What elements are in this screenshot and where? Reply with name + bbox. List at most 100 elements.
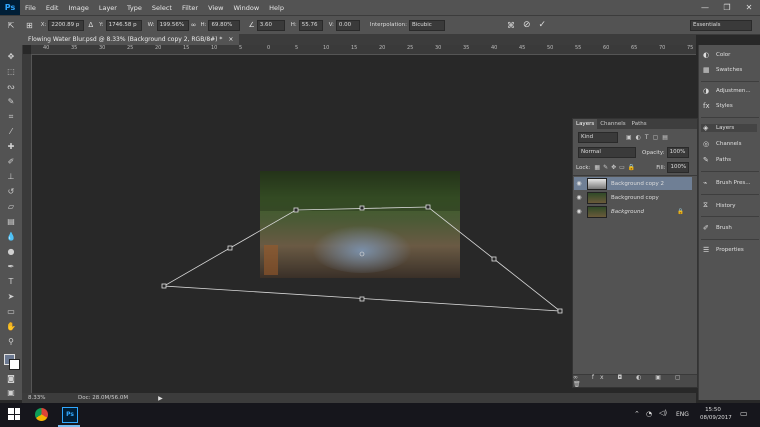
interpolation-select[interactable]: Bicubic	[408, 19, 445, 31]
layer-filter-kind[interactable]: Kind	[578, 132, 618, 143]
eyedropper-tool-icon[interactable]: ⁄	[4, 127, 18, 137]
eraser-tool-icon[interactable]: ▱	[4, 202, 18, 212]
document-tab[interactable]: Flowing Water Blur.psd @ 8.33% (Backgrou…	[22, 34, 240, 45]
visibility-eye-icon[interactable]: ◉	[574, 180, 584, 187]
layer-name[interactable]: Background	[611, 209, 644, 215]
type-tool-icon[interactable]: T	[4, 277, 18, 287]
close-button[interactable]: ✕	[738, 0, 760, 15]
menu-file[interactable]: File	[20, 4, 41, 12]
notifications-icon[interactable]: ▭	[740, 409, 748, 418]
dock-brush[interactable]: ✐ Brush	[703, 224, 732, 232]
background-color-swatch[interactable]	[9, 359, 20, 370]
fill-field[interactable]: 100%	[667, 162, 690, 173]
marquee-tool-icon[interactable]: ⬚	[4, 67, 18, 77]
visibility-eye-icon[interactable]: ◉	[574, 208, 584, 215]
transform-handle[interactable]	[293, 207, 299, 213]
y-field[interactable]: 1746.58 p	[105, 19, 142, 31]
height-field[interactable]: 69.80%	[208, 19, 241, 31]
layer-filter-icons[interactable]: ▣◐T▢▤	[626, 134, 672, 141]
dodge-tool-icon[interactable]: ●	[4, 247, 18, 257]
transform-handle[interactable]	[491, 256, 497, 262]
menu-image[interactable]: Image	[63, 4, 93, 12]
menu-layer[interactable]: Layer	[94, 4, 122, 12]
network-icon[interactable]: ◔	[646, 410, 652, 418]
quick-mask-icon[interactable]: ◙	[4, 374, 18, 384]
dock-layers[interactable]: ◈ Layers	[701, 124, 757, 132]
minimize-button[interactable]: —	[694, 0, 716, 15]
visibility-eye-icon[interactable]: ◉	[574, 194, 584, 201]
transform-handle[interactable]	[227, 245, 233, 251]
lasso-tool-icon[interactable]: ᔓ	[4, 82, 18, 92]
transform-handle[interactable]	[557, 308, 563, 314]
dock-color[interactable]: ◐ Color	[703, 51, 730, 59]
clock[interactable]: 15:50 08/09/2017	[700, 406, 732, 422]
angle-field[interactable]: 3.60	[256, 19, 285, 31]
shape-tool-icon[interactable]: ▭	[4, 307, 18, 317]
photoshop-taskbar-icon[interactable]: Ps	[62, 407, 78, 423]
layer-row[interactable]: ◉ Background copy	[574, 191, 692, 204]
close-tab-icon[interactable]: ×	[228, 36, 233, 43]
quick-select-tool-icon[interactable]: ✎	[4, 97, 18, 107]
pen-tool-icon[interactable]: ✒	[4, 262, 18, 272]
h-skew-field[interactable]: 55.76	[298, 19, 323, 31]
hand-tool-icon[interactable]: ✋	[4, 322, 18, 332]
menu-help[interactable]: Help	[264, 4, 289, 12]
dock-styles[interactable]: fx Styles	[703, 102, 733, 110]
layers-footer-icons[interactable]: ∞ fx ◘ ◐ ▣ ▢ 🗑	[573, 374, 697, 388]
windows-start-icon[interactable]	[8, 408, 20, 420]
transform-handle[interactable]	[425, 204, 431, 210]
history-brush-tool-icon[interactable]: ↺	[4, 187, 18, 197]
path-select-tool-icon[interactable]: ➤	[4, 292, 18, 302]
restore-button[interactable]: ❐	[716, 0, 738, 15]
link-icon[interactable]: ∞	[191, 21, 197, 29]
commit-transform-icon[interactable]: ✓	[539, 20, 547, 30]
blur-tool-icon[interactable]: 💧	[4, 232, 18, 242]
layer-row[interactable]: ◉ Background 🔒	[574, 205, 692, 218]
menu-edit[interactable]: Edit	[41, 4, 64, 12]
menu-filter[interactable]: Filter	[177, 4, 203, 12]
transform-handle[interactable]	[359, 205, 365, 211]
screen-mode-icon[interactable]: ▣	[4, 388, 18, 398]
gradient-tool-icon[interactable]: ▤	[4, 217, 18, 227]
language-indicator[interactable]: ENG	[676, 411, 689, 418]
crop-tool-icon[interactable]: ⌗	[4, 112, 18, 122]
layer-row[interactable]: ◉ Background copy 2	[574, 177, 692, 190]
dock-swatches[interactable]: ▦ Swatches	[703, 66, 742, 74]
brush-tool-icon[interactable]: ✐	[4, 157, 18, 167]
dock-paths[interactable]: ✎ Paths	[703, 156, 731, 164]
dock-channels[interactable]: ◎ Channels	[703, 140, 741, 148]
transform-tool-icon[interactable]: ⇱	[0, 21, 22, 30]
v-skew-field[interactable]: 0.00	[335, 19, 360, 31]
blend-mode-select[interactable]: Normal	[578, 147, 636, 158]
opacity-field[interactable]: 100%	[666, 147, 689, 158]
x-field[interactable]: 2200.89 p	[48, 19, 85, 31]
volume-icon[interactable]: ◁)	[659, 409, 667, 417]
transform-handle[interactable]	[359, 296, 365, 302]
chrome-taskbar-icon[interactable]	[35, 408, 48, 421]
tab-channels[interactable]: Channels	[597, 119, 628, 129]
dock-history[interactable]: ⧖ History	[703, 201, 736, 210]
zoom-tool-icon[interactable]: ⚲	[4, 337, 18, 347]
move-tool-icon[interactable]: ✥	[4, 52, 18, 62]
menu-type[interactable]: Type	[122, 4, 147, 12]
dock-adjustments[interactable]: ◑ Adjustmen...	[703, 87, 751, 95]
width-field[interactable]: 199.56%	[156, 19, 189, 31]
layer-name[interactable]: Background copy	[611, 195, 659, 201]
layer-name[interactable]: Background copy 2	[611, 181, 664, 187]
healing-tool-icon[interactable]: ✚	[4, 142, 18, 152]
warp-icon[interactable]: ⌘	[507, 21, 515, 30]
clone-stamp-tool-icon[interactable]: ⊥	[4, 172, 18, 182]
zoom-level[interactable]: 8.33%	[28, 395, 58, 401]
menu-view[interactable]: View	[203, 4, 228, 12]
reference-point-icon[interactable]: ⊞	[26, 21, 33, 30]
lock-icons[interactable]: ▦✎✥▭🔒	[594, 164, 638, 171]
menu-window[interactable]: Window	[229, 4, 265, 12]
menu-select[interactable]: Select	[147, 4, 177, 12]
cancel-transform-icon[interactable]: ⊘	[523, 20, 531, 30]
tab-paths[interactable]: Paths	[629, 119, 650, 129]
transform-handle[interactable]	[161, 283, 167, 289]
workspace-select[interactable]: Essentials	[690, 19, 752, 31]
dock-brush-presets[interactable]: ⌁ Brush Pres...	[703, 179, 750, 187]
tray-chevron-icon[interactable]: ⌃	[634, 410, 640, 418]
delta-icon[interactable]: Δ	[88, 21, 93, 29]
